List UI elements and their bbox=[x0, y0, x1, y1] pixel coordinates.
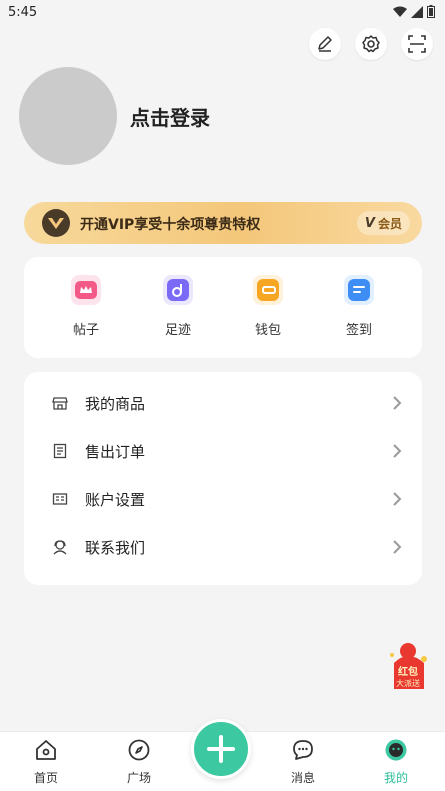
profile-face-icon bbox=[385, 739, 407, 761]
chevron-right-icon bbox=[393, 444, 402, 458]
crown-icon bbox=[71, 275, 101, 305]
menu-list: 我的商品 售出订单 账户设置 联系我们 bbox=[24, 372, 422, 585]
edit-button[interactable] bbox=[309, 28, 341, 60]
menu-item-account-settings[interactable]: 账户设置 bbox=[24, 475, 422, 523]
settings-button[interactable] bbox=[355, 28, 387, 60]
compass-icon bbox=[128, 739, 150, 761]
signal-icon bbox=[411, 5, 423, 18]
nav-label-mine: 我的 bbox=[383, 771, 408, 785]
menu-item-contact-us[interactable]: 联系我们 bbox=[24, 523, 422, 571]
nav-label-messages: 消息 bbox=[290, 771, 315, 785]
avatar[interactable] bbox=[19, 67, 117, 165]
chevron-right-icon bbox=[393, 540, 402, 554]
promo-line1: 红包 bbox=[398, 665, 418, 678]
quick-item-wallet[interactable]: 钱包 bbox=[238, 275, 298, 338]
login-link[interactable]: 点击登录 bbox=[130, 102, 210, 131]
quick-label-footprint: 足迹 bbox=[164, 323, 191, 338]
add-post-button[interactable] bbox=[191, 719, 251, 779]
plus-icon bbox=[207, 735, 235, 763]
scan-icon bbox=[408, 35, 426, 53]
chevron-right-icon bbox=[393, 396, 402, 410]
chevron-right-icon bbox=[393, 492, 402, 506]
gear-icon bbox=[362, 35, 380, 53]
status-icons bbox=[393, 5, 435, 18]
red-envelope-promo[interactable]: 红包 大派送 bbox=[386, 641, 432, 693]
scan-button[interactable] bbox=[401, 28, 433, 60]
menu-item-sold-orders[interactable]: 售出订单 bbox=[24, 427, 422, 475]
message-icon bbox=[293, 740, 313, 760]
quick-label-checkin: 签到 bbox=[345, 323, 372, 338]
quick-item-posts[interactable]: 帖子 bbox=[56, 275, 116, 338]
quick-label-wallet: 钱包 bbox=[254, 323, 281, 338]
nav-home[interactable]: 首页 bbox=[16, 738, 76, 786]
menu-label-account-settings: 账户设置 bbox=[85, 491, 146, 509]
home-icon bbox=[36, 740, 56, 760]
order-icon bbox=[53, 443, 67, 459]
quick-label-posts: 帖子 bbox=[72, 323, 99, 338]
vip-member-badge: V 会员 bbox=[356, 211, 410, 235]
menu-label-sold-orders: 售出订单 bbox=[85, 443, 146, 461]
footprint-icon bbox=[163, 275, 193, 305]
vip-crest-icon bbox=[42, 209, 70, 237]
store-icon bbox=[52, 397, 68, 410]
menu-label-my-products: 我的商品 bbox=[85, 395, 146, 413]
nav-label-square: 广场 bbox=[126, 771, 151, 785]
status-time: 5:45 bbox=[8, 5, 38, 20]
quick-item-checkin[interactable]: 签到 bbox=[329, 275, 389, 338]
menu-item-my-products[interactable]: 我的商品 bbox=[24, 379, 422, 427]
quick-item-footprint[interactable]: 足迹 bbox=[148, 275, 208, 338]
checkin-icon bbox=[344, 275, 374, 305]
vip-banner[interactable]: 开通VIP享受十余项尊贵特权 V 会员 bbox=[24, 202, 422, 244]
nav-messages[interactable]: 消息 bbox=[273, 738, 333, 786]
vip-badge-v: V bbox=[364, 215, 375, 231]
nav-mine[interactable]: 我的 bbox=[366, 738, 426, 786]
menu-label-contact-us: 联系我们 bbox=[85, 539, 146, 557]
wallet-icon bbox=[253, 275, 283, 305]
vip-text: 开通VIP享受十余项尊贵特权 bbox=[80, 217, 261, 233]
nav-label-home: 首页 bbox=[33, 771, 58, 785]
wifi-icon bbox=[393, 6, 407, 17]
top-actions bbox=[309, 28, 433, 60]
battery-icon bbox=[427, 5, 435, 18]
vip-badge-label: 会员 bbox=[377, 216, 402, 231]
pencil-icon bbox=[318, 36, 332, 52]
account-icon bbox=[52, 493, 68, 505]
quick-actions-card: 帖子 足迹 钱包 签到 bbox=[24, 257, 422, 358]
promo-line2: 大派送 bbox=[396, 678, 420, 688]
nav-square[interactable]: 广场 bbox=[109, 738, 169, 786]
status-bar: 5:45 bbox=[0, 0, 445, 26]
contact-icon bbox=[53, 540, 67, 555]
red-envelope-icon: 红包 大派送 bbox=[390, 643, 427, 689]
